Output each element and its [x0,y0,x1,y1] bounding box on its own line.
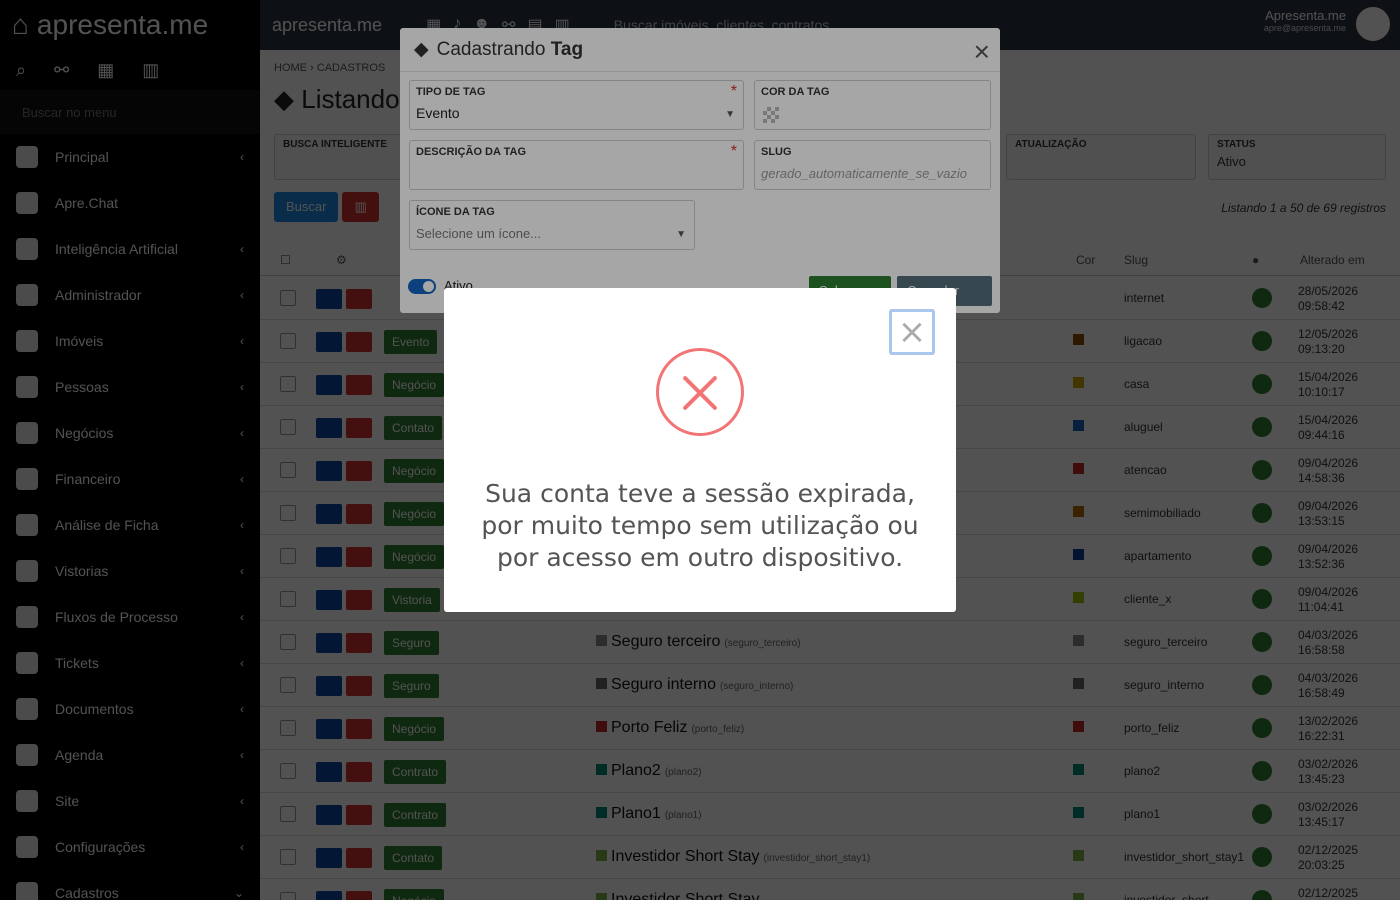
alert-message: Sua conta teve a sessão expirada, por mu… [474,478,926,574]
alert-message-line: por muito tempo sem utilização ou [481,511,919,540]
alert-message-line: Sua conta teve a sessão expirada, [485,479,915,508]
alert-close-button[interactable]: × [889,309,935,355]
alert-message-line: por acesso em outro dispositivo. [496,543,904,572]
session-expired-alert: × Sua conta teve a sessão expirada, por … [444,288,956,612]
error-x-icon [656,348,744,436]
